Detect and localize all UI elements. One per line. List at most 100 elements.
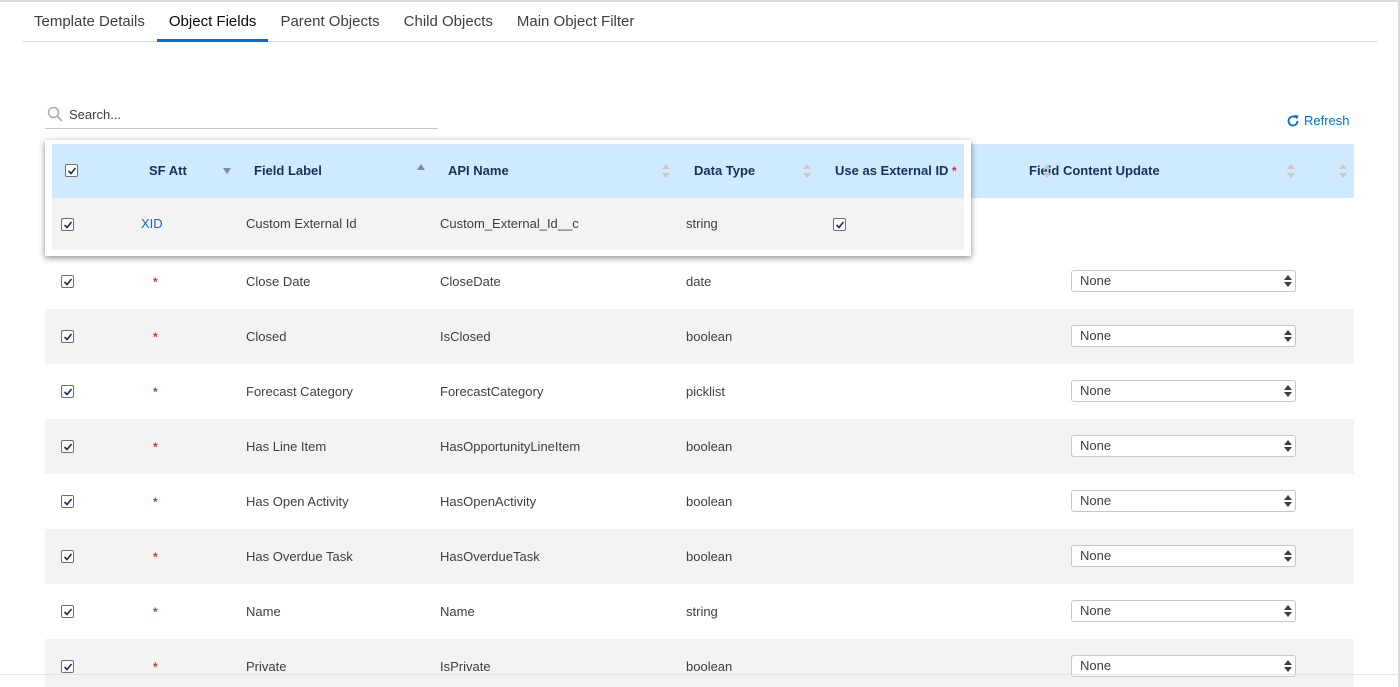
row-checkbox[interactable]	[61, 550, 74, 563]
required-indicator: *	[952, 164, 957, 178]
table-row[interactable]: * Close Date CloseDate date None	[45, 254, 1354, 309]
select-value: None	[1080, 493, 1112, 508]
refresh-button[interactable]: Refresh	[1286, 113, 1350, 128]
api-name-cell: CloseDate	[440, 274, 501, 289]
table-row[interactable]: * Closed IsClosed boolean None	[45, 309, 1354, 364]
row-checkbox[interactable]	[61, 660, 74, 673]
field-content-update-select[interactable]: None	[1071, 380, 1296, 402]
check-icon	[67, 167, 77, 175]
field-content-update-select[interactable]: None	[1071, 600, 1296, 622]
select-value: None	[1080, 603, 1112, 618]
api-name-cell: IsClosed	[440, 329, 491, 344]
field-label-cell: Has Overdue Task	[246, 549, 353, 564]
sort-ascending-icon	[417, 164, 425, 170]
column-header-field-label[interactable]: Field Label	[254, 144, 322, 198]
api-name-cell: HasOpenActivity	[440, 494, 537, 509]
api-name-cell: ForecastCategory	[440, 384, 544, 399]
field-label-cell: Has Open Activity	[246, 494, 349, 509]
sort-icon	[803, 164, 811, 178]
row-checkbox[interactable]	[61, 275, 74, 288]
api-name-cell: Custom_External_Id__c	[440, 216, 579, 231]
data-type-cell: boolean	[686, 494, 733, 509]
api-name-cell: HasOverdueTask	[440, 549, 540, 564]
row-checkbox[interactable]	[61, 330, 74, 343]
tab-parent-objects[interactable]: Parent Objects	[268, 0, 391, 42]
column-header-api-name[interactable]: API Name	[448, 144, 509, 198]
data-type-cell: boolean	[686, 659, 733, 674]
table-row[interactable]: * Has Open Activity HasOpenActivity boolean…	[45, 474, 1354, 529]
row-checkbox[interactable]	[61, 385, 74, 398]
check-icon	[63, 498, 73, 506]
tab-template-details[interactable]: Template Details	[22, 0, 157, 42]
check-icon	[63, 608, 73, 616]
table-row[interactable]: * Name Name string None	[45, 584, 1354, 639]
table-row[interactable]: * Private IsPrivate boolean None	[45, 639, 1354, 687]
dragged-row-popout[interactable]: SF Att Field Label API Name Data Type Us…	[45, 140, 971, 256]
column-header-external-id[interactable]: Use as External ID	[835, 144, 948, 198]
row-checkbox[interactable]	[61, 605, 74, 618]
required-indicator: *	[153, 440, 158, 454]
select-value: None	[1080, 548, 1112, 563]
required-indicator: *	[153, 330, 158, 344]
field-content-update-select[interactable]: None	[1071, 435, 1296, 457]
search-input[interactable]	[69, 106, 429, 122]
field-label-cell: Forecast Category	[246, 384, 353, 399]
select-value: None	[1080, 328, 1112, 343]
divider	[0, 674, 1400, 675]
check-icon	[835, 221, 845, 229]
data-type-cell: boolean	[686, 549, 733, 564]
api-name-cell: IsPrivate	[440, 659, 491, 674]
sort-descending-icon	[223, 168, 231, 174]
external-id-checkbox[interactable]	[833, 218, 846, 231]
search-box	[45, 100, 438, 129]
field-label-cell: Private	[246, 659, 287, 674]
api-name-cell: Name	[440, 604, 475, 619]
row-checkbox[interactable]	[61, 440, 74, 453]
search-icon	[47, 106, 63, 122]
field-content-update-select[interactable]: None	[1071, 325, 1296, 347]
field-content-update-select[interactable]: None	[1071, 270, 1296, 292]
select-value: None	[1080, 438, 1112, 453]
required-indicator: *	[153, 660, 158, 674]
data-type-cell: date	[686, 274, 712, 289]
required-indicator: *	[153, 275, 158, 289]
select-arrows-icon	[1284, 495, 1292, 507]
sf-att-xid-link[interactable]: XID	[141, 198, 163, 250]
select-arrows-icon	[1284, 550, 1292, 562]
table-row[interactable]: * Forecast Category ForecastCategory pickli…	[45, 364, 1354, 419]
row-checkbox[interactable]	[61, 218, 74, 231]
sort-icon	[1287, 164, 1295, 178]
table-row[interactable]: XID Custom External Id Custom_External_I…	[52, 198, 964, 250]
field-content-update-select[interactable]: None	[1071, 545, 1296, 567]
required-indicator: *	[153, 385, 158, 399]
tab-child-objects[interactable]: Child Objects	[392, 0, 505, 42]
column-header-data-type[interactable]: Data Type	[694, 144, 755, 198]
tab-main-object-filter[interactable]: Main Object Filter	[505, 0, 647, 42]
table-row[interactable]: * Has Line Item HasOpportunityLineItem bool…	[45, 419, 1354, 474]
select-arrows-icon	[1284, 385, 1292, 397]
tab-object-fields[interactable]: Object Fields	[156, 0, 269, 42]
data-type-cell: string	[686, 604, 718, 619]
required-indicator: *	[153, 495, 158, 509]
sort-icon	[1339, 164, 1347, 178]
tab-bar: Template Details Object Fields Parent Ob…	[22, 0, 1378, 42]
check-icon	[63, 278, 73, 286]
select-all-checkbox[interactable]	[65, 164, 78, 177]
field-label-cell: Closed	[246, 329, 287, 344]
table-row[interactable]: * Has Overdue Task HasOverdueTask boolean No…	[45, 529, 1354, 584]
row-checkbox[interactable]	[61, 495, 74, 508]
required-indicator: *	[153, 550, 158, 564]
required-indicator: *	[153, 605, 158, 619]
check-icon	[63, 553, 73, 561]
field-content-update-select[interactable]: None	[1071, 490, 1296, 512]
check-icon	[63, 443, 73, 451]
column-header-sf-att[interactable]: SF Att	[149, 144, 187, 198]
select-arrows-icon	[1284, 660, 1292, 672]
field-label-cell: Close Date	[246, 274, 311, 289]
refresh-label: Refresh	[1304, 113, 1350, 128]
data-type-cell: string	[686, 216, 718, 231]
select-value: None	[1080, 273, 1112, 288]
field-label-cell: Custom External Id	[246, 216, 357, 231]
select-arrows-icon	[1284, 275, 1292, 287]
select-arrows-icon	[1284, 605, 1292, 617]
